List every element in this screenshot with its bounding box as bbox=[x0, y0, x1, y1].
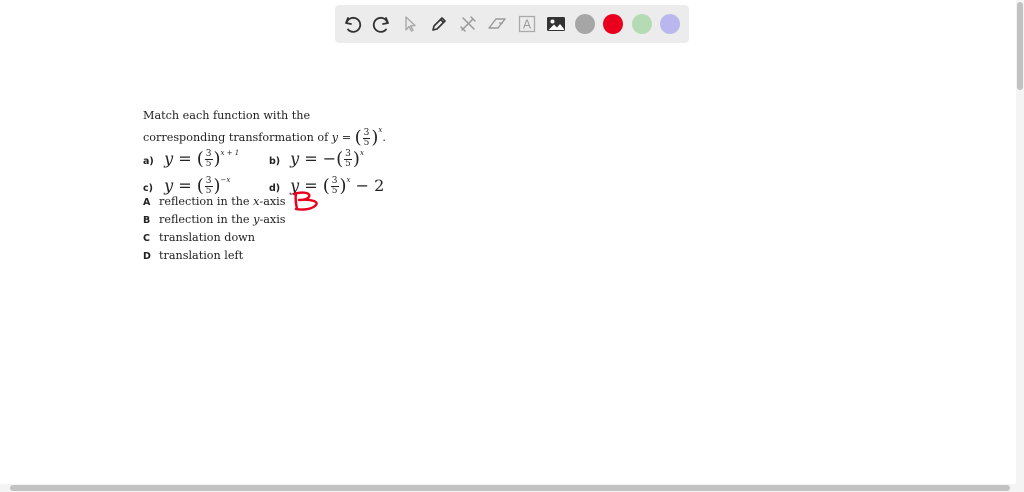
paren-open: ( bbox=[196, 148, 204, 170]
choice-text-end: -axis bbox=[259, 195, 286, 208]
color-swatch-purple[interactable] bbox=[660, 14, 680, 34]
math-y: y bbox=[290, 149, 300, 168]
undo-icon[interactable] bbox=[341, 12, 365, 36]
exponent: x + 1 bbox=[220, 149, 240, 157]
choice-d: Dtranslation left bbox=[143, 248, 243, 264]
exponent: −x bbox=[220, 176, 231, 184]
choice-a: Areflection in the x-axis bbox=[143, 194, 286, 210]
horizontal-scrollbar[interactable] bbox=[0, 484, 1024, 492]
frac-den: 5 bbox=[331, 186, 338, 196]
math-eq: = bbox=[304, 149, 318, 168]
pencil-icon[interactable] bbox=[427, 12, 451, 36]
neg-sign: − bbox=[322, 149, 337, 168]
math-y: y bbox=[164, 176, 174, 195]
color-swatch-gray[interactable] bbox=[575, 14, 595, 34]
svg-text:A: A bbox=[523, 18, 532, 32]
choice-text: translation left bbox=[159, 249, 244, 262]
eraser-icon[interactable] bbox=[485, 12, 509, 36]
fraction: 35 bbox=[344, 150, 352, 169]
color-swatch-red[interactable] bbox=[603, 14, 623, 34]
math-eq: = bbox=[178, 176, 192, 195]
paren-open: ( bbox=[336, 148, 344, 170]
parts-row-2: c) y = (3 5)−x d) y = (3 5)x − 2 bbox=[143, 169, 443, 196]
question-line-1: Match each function with the bbox=[143, 109, 311, 122]
handwritten-annotation bbox=[291, 190, 325, 216]
choice-b: Breflection in the y-axis bbox=[143, 212, 286, 228]
part-d: d) y = (3 5)x − 2 bbox=[269, 169, 384, 200]
drawing-toolbar: A bbox=[335, 5, 689, 43]
redo-icon[interactable] bbox=[369, 12, 393, 36]
parts-row-1: a) y = (3 5)x + 1 b) y = −(3 5)x bbox=[143, 142, 443, 169]
exponent: x bbox=[346, 176, 351, 184]
fraction: 35 bbox=[204, 150, 213, 169]
handwritten-b-mark bbox=[292, 191, 318, 211]
paren-close: ) bbox=[339, 175, 347, 197]
vertical-scrollbar[interactable] bbox=[1016, 0, 1024, 492]
tools-icon[interactable] bbox=[456, 12, 480, 36]
choice-letter: C bbox=[143, 233, 150, 244]
frac-den: 5 bbox=[205, 159, 212, 169]
math-y: y bbox=[164, 149, 174, 168]
choice-letter: A bbox=[143, 197, 151, 208]
choice-letter: B bbox=[143, 215, 151, 226]
horizontal-scroll-thumb[interactable] bbox=[10, 485, 1010, 491]
image-icon[interactable] bbox=[544, 12, 568, 36]
vertical-scroll-thumb[interactable] bbox=[1017, 2, 1023, 90]
choice-text-end: -axis bbox=[259, 213, 286, 226]
pointer-icon[interactable] bbox=[398, 12, 422, 36]
choice-text: reflection in the bbox=[159, 213, 254, 226]
frac-num: 3 bbox=[362, 127, 371, 139]
text-icon[interactable]: A bbox=[515, 12, 539, 36]
choice-letter: D bbox=[143, 251, 151, 262]
color-swatch-green[interactable] bbox=[632, 14, 652, 34]
frac-den: 5 bbox=[345, 159, 351, 169]
math-eq: = bbox=[178, 149, 192, 168]
minus-two: − 2 bbox=[355, 176, 385, 195]
fraction: 35 bbox=[330, 177, 339, 196]
paren-close: ) bbox=[213, 148, 221, 170]
choice-text: translation down bbox=[159, 231, 255, 244]
choice-c: Ctranslation down bbox=[143, 230, 255, 246]
exponent: x bbox=[359, 149, 364, 157]
choice-text: reflection in the bbox=[159, 195, 254, 208]
paren-close: ) bbox=[352, 148, 360, 170]
